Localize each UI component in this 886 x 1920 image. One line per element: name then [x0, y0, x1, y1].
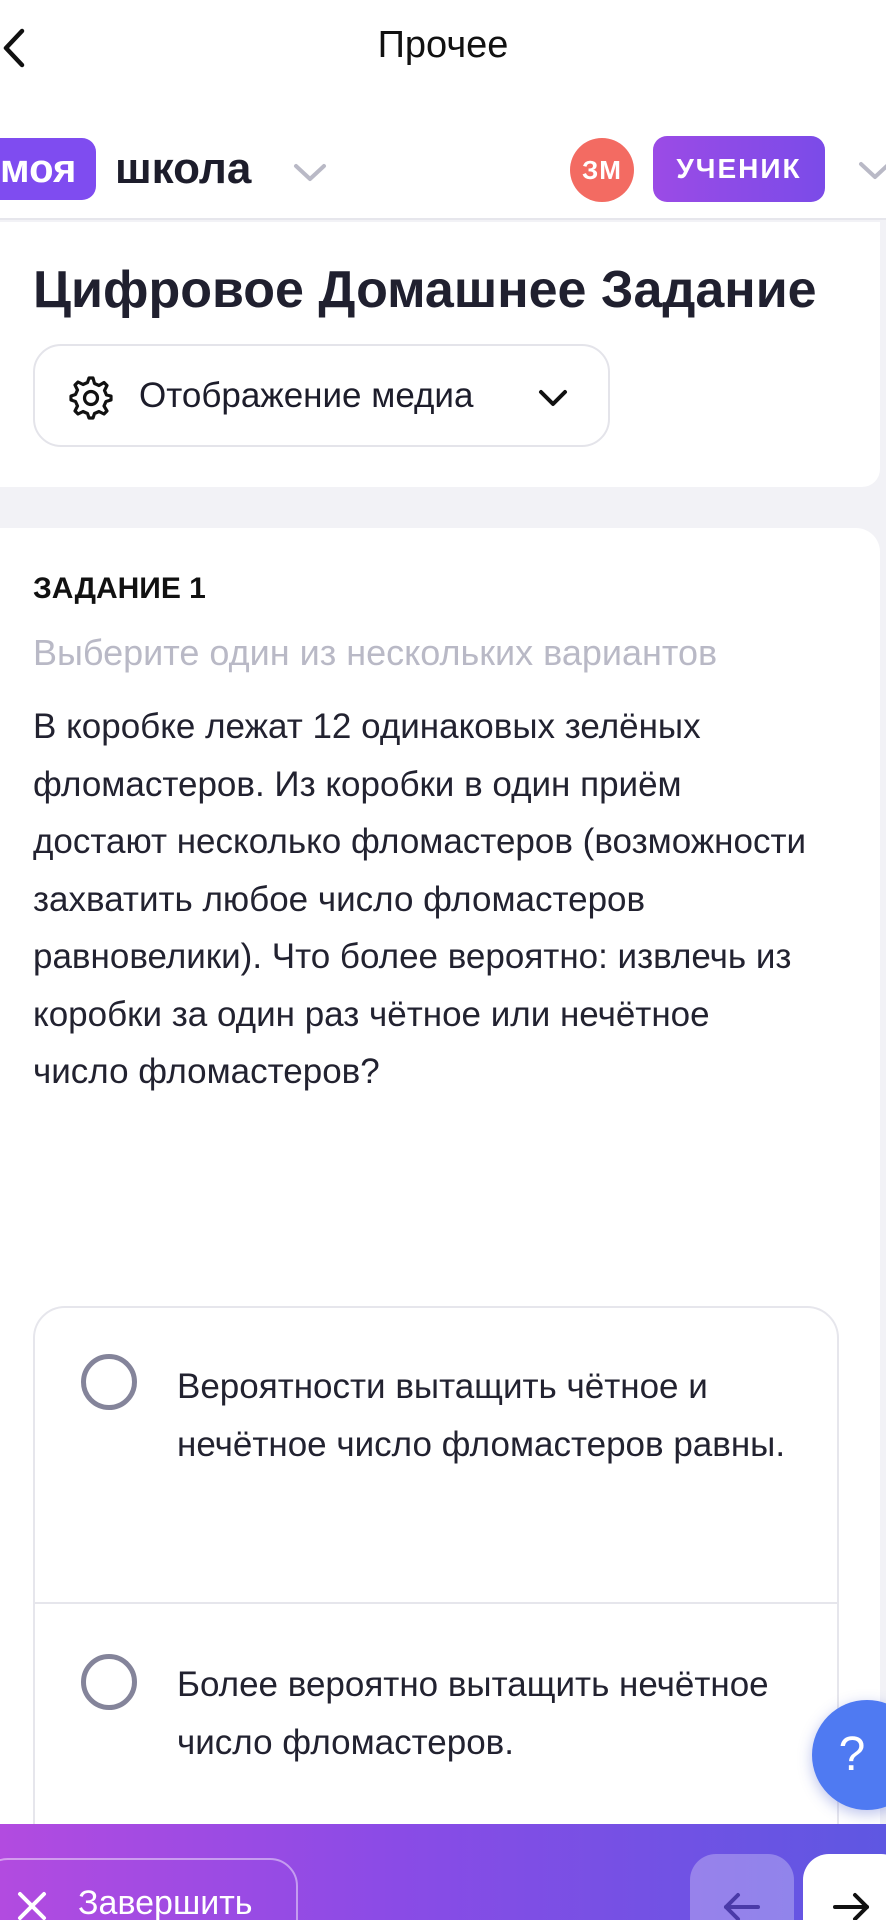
arrow-right-icon: [833, 1893, 869, 1920]
next-task-button[interactable]: [803, 1854, 886, 1920]
task-card: ЗАДАНИЕ 1 Выберите один из нескольких ва…: [0, 528, 880, 1920]
close-icon: [18, 1892, 46, 1920]
help-icon: ?: [838, 1728, 866, 1781]
radio-button[interactable]: [81, 1354, 137, 1410]
task-question-text: В коробке лежат 12 одинаковых зелёных фл…: [33, 707, 807, 1091]
finish-button[interactable]: Завершить: [0, 1858, 298, 1920]
brand-logo-part1: моя: [0, 147, 77, 191]
page-title: Цифровое Домашнее Задание: [33, 261, 817, 319]
brand-logo-shkola[interactable]: школа: [115, 138, 251, 200]
bottom-action-bar: Завершить: [0, 1824, 886, 1920]
media-display-label: Отображение медиа: [139, 376, 474, 415]
chevron-down-icon: [539, 390, 567, 406]
header-card: Цифровое Домашнее Задание Отображение ме…: [0, 222, 880, 487]
answer-option[interactable]: Вероятности вытащить чётное и нечётное ч…: [35, 1308, 837, 1604]
app-screen: Прочее моя школа ЗМ УЧЕНИК Цифровое Дома…: [0, 0, 886, 1920]
chevron-down-icon[interactable]: [855, 150, 886, 190]
answer-option-label: Более вероятно вытащить нечётное число ф…: [177, 1665, 769, 1762]
nav-title: Прочее: [377, 24, 509, 66]
answer-option-label: Вероятности вытащить чётное и нечётное ч…: [177, 1367, 786, 1464]
finish-button-label: Завершить: [78, 1884, 253, 1920]
media-display-button[interactable]: Отображение медиа: [33, 344, 610, 447]
brand-logo-moya[interactable]: моя: [0, 138, 97, 200]
task-number: ЗАДАНИЕ 1: [33, 572, 206, 605]
chevron-down-icon[interactable]: [290, 152, 330, 192]
role-badge[interactable]: УЧЕНИК: [653, 136, 825, 202]
arrow-left-icon: [724, 1893, 760, 1920]
radio-button[interactable]: [81, 1654, 137, 1710]
avatar[interactable]: ЗМ: [570, 138, 634, 202]
gear-icon: [69, 376, 113, 420]
answer-option[interactable]: Более вероятно вытащить нечётное число ф…: [35, 1604, 837, 1804]
previous-task-button[interactable]: [690, 1854, 794, 1920]
task-hint: Выберите один из нескольких вариантов: [33, 632, 718, 673]
top-navigation-bar: Прочее: [0, 0, 886, 100]
